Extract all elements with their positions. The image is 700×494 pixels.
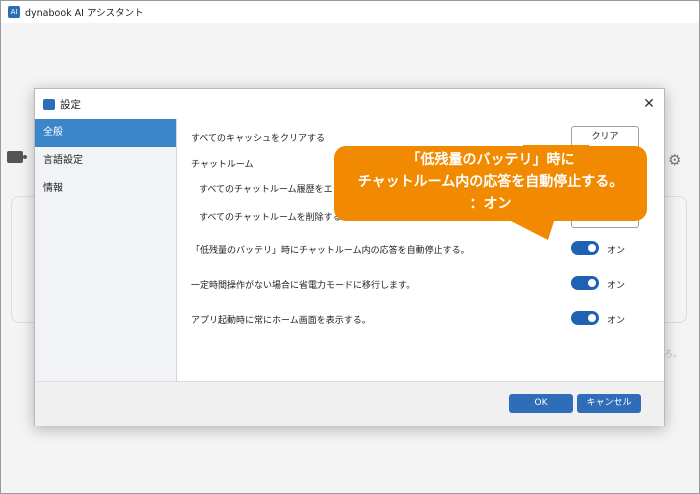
low-battery-state: オン <box>607 246 626 256</box>
background-gear-icon: ⚙ <box>668 151 682 169</box>
export-history-label: すべてのチャットルーム履歴をエクス <box>199 185 351 195</box>
power-save-toggle[interactable] <box>571 276 599 290</box>
callout-text: 「低残量のバッテリ」時に チャットルーム内の応答を自動停止する。 ：オン <box>334 149 647 215</box>
settings-dialog-icon <box>43 98 55 110</box>
dialog-title: 設定 <box>60 98 81 111</box>
dialog-footer: OK キャンセル <box>35 381 664 426</box>
app-title: dynabook AI アシスタント <box>25 8 144 19</box>
power-save-state: オン <box>607 281 626 291</box>
title-bar: AI dynabook AI アシスタント <box>1 1 699 23</box>
settings-sidebar: 全般 言語設定 情報 <box>35 119 177 381</box>
sidebar-item-language[interactable]: 言語設定 <box>35 147 176 175</box>
settings-dialog: 設定 ✕ 全般 言語設定 情報 すべてのキャッシュをクリアする クリア チャット… <box>34 88 665 426</box>
low-battery-label: 「低残量のバッテリ」時にチャットルーム内の応答を自動停止する。 <box>191 246 470 256</box>
chatroom-heading: チャットルーム <box>191 160 254 170</box>
app-logo-icon: AI <box>8 6 20 18</box>
power-save-label: 一定時間操作がない場合に省電力モードに移行します。 <box>191 281 416 291</box>
home-screen-state: オン <box>607 316 626 326</box>
close-icon[interactable]: ✕ <box>640 95 658 113</box>
background-tag-icon <box>7 151 27 163</box>
home-screen-label: アプリ起動時に常にホーム画面を表示する。 <box>191 316 371 326</box>
sidebar-item-info[interactable]: 情報 <box>35 175 176 203</box>
background-faint-text: ろ。 <box>664 350 683 360</box>
dialog-header: 設定 ✕ <box>35 89 664 119</box>
clear-cache-label: すべてのキャッシュをクリアする <box>191 134 326 144</box>
cancel-button[interactable]: キャンセル <box>577 394 641 413</box>
sidebar-item-general[interactable]: 全般 <box>35 119 176 147</box>
ok-button[interactable]: OK <box>509 394 573 413</box>
callout-line-2: チャットルーム内の応答を自動停止する。 <box>357 174 624 190</box>
low-battery-toggle[interactable] <box>571 241 599 255</box>
callout-line-1: 「低残量のバッテリ」時に <box>406 152 575 168</box>
delete-chatrooms-label: すべてのチャットルームを削除する <box>199 213 342 223</box>
callout-line-3: ：オン <box>469 196 512 212</box>
home-screen-toggle[interactable] <box>571 311 599 325</box>
